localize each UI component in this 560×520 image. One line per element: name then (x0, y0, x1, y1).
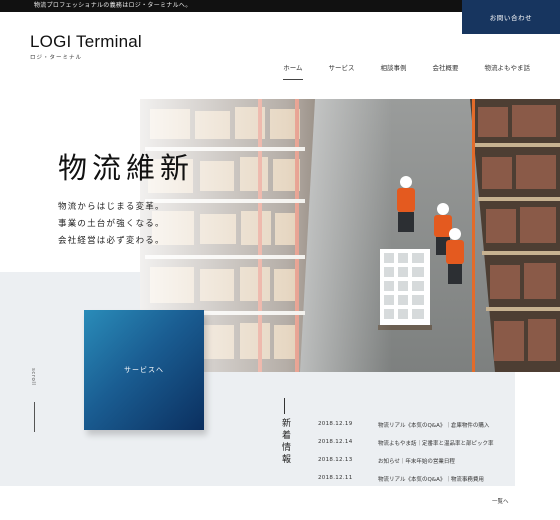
hero-tagline-line: 事業の土台が強くなる。 (58, 219, 165, 229)
scroll-label: scroll (30, 368, 36, 386)
logo-kana: ロジ・ターミナル (30, 55, 83, 61)
hero-tagline-line: 会社経営は必ず変わる。 (58, 236, 165, 246)
news-more-link[interactable]: 一覧へ (492, 497, 509, 505)
site-logo[interactable]: LOGI Terminal ロジ・ターミナル (30, 32, 142, 61)
nav-item-home[interactable]: ホーム (283, 62, 303, 80)
news-item[interactable]: 2018.12.14 物流よもやま話｜定番率と温品率と部ピック率 (318, 437, 518, 455)
news-title: 物流よもやま話｜定番率と温品率と部ピック率 (378, 441, 494, 447)
logo-name: LOGI Terminal (30, 32, 142, 51)
nav-item-cases[interactable]: 相談事例 (381, 62, 407, 80)
hero-tagline: 物流からはじまる変革。 事業の土台が強くなる。 会社経営は必ず変わる。 (58, 199, 165, 250)
news-item[interactable]: 2018.12.19 物流リアル《本気のQ&A》｜倉庫物件の購入 (318, 419, 518, 437)
top-announcement-bar: 物流プロフェッショナルの義務はロジ・ターミナルへ。 (0, 0, 462, 12)
contact-button[interactable]: お問い合わせ (462, 0, 560, 34)
main-nav: ホーム サービス 相談事例 会社概要 物流よもやま話 (257, 62, 530, 80)
nav-item-column[interactable]: 物流よもやま話 (485, 62, 531, 80)
news-title: 物流リアル《本気のQ&A》｜物流事務費用 (378, 477, 484, 483)
service-button[interactable]: サービスへ (84, 310, 204, 430)
hero-tagline-line: 物流からはじまる変革。 (58, 202, 165, 212)
nav-item-services[interactable]: サービス (329, 62, 355, 80)
news-item[interactable]: 2018.12.13 お知らせ｜年末年始の営業日程 (318, 455, 518, 473)
news-item[interactable]: 2018.12.11 物流リアル《本気のQ&A》｜物流事務費用 (318, 473, 518, 491)
hero-title: 物流維新 (58, 151, 195, 185)
scroll-indicator[interactable]: scroll (30, 368, 40, 432)
news-list: 2018.12.19 物流リアル《本気のQ&A》｜倉庫物件の購入 2018.12… (318, 419, 518, 491)
news-title: お知らせ｜年末年始の営業日程 (378, 459, 455, 465)
news-heading-text: 新着情報 (280, 418, 290, 466)
nav-item-company[interactable]: 会社概要 (433, 62, 459, 80)
announcement-text: 物流プロフェッショナルの義務はロジ・ターミナルへ。 (34, 2, 192, 9)
service-button-label: サービスへ (124, 366, 164, 374)
news-date: 2018.12.11 (318, 475, 353, 481)
news-date: 2018.12.13 (318, 457, 353, 463)
news-date: 2018.12.14 (318, 439, 353, 445)
news-title: 物流リアル《本気のQ&A》｜倉庫物件の購入 (378, 423, 490, 429)
news-date: 2018.12.19 (318, 421, 353, 427)
news-heading: 新着情報 (279, 398, 291, 466)
contact-button-label: お問い合わせ (489, 14, 533, 22)
scroll-line (34, 402, 35, 432)
news-heading-bar (284, 398, 285, 414)
